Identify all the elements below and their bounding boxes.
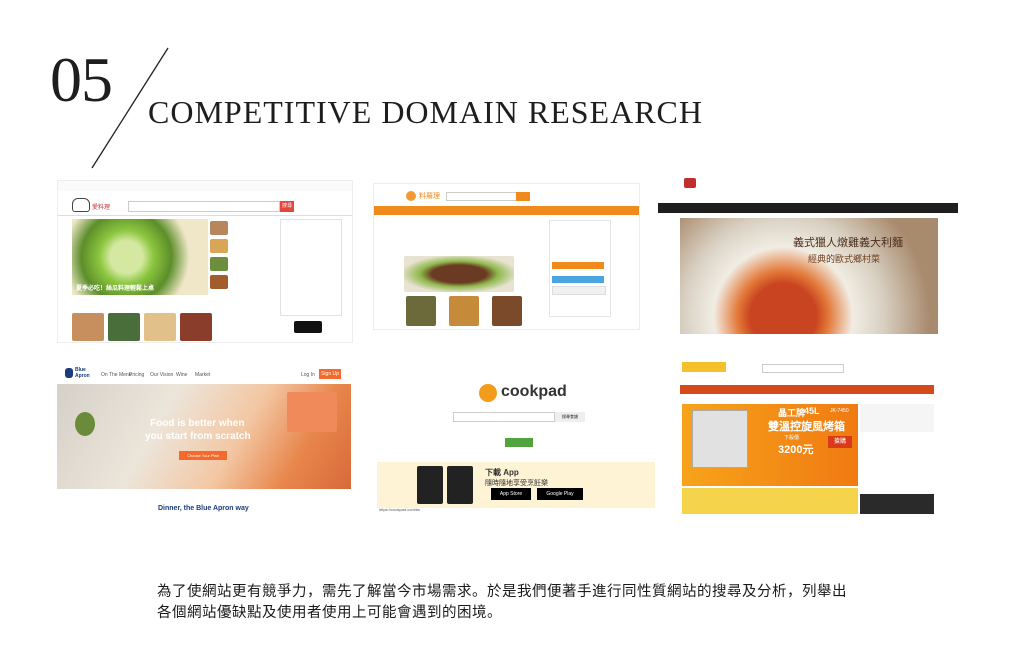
app-store-button[interactable]: App Store — [491, 488, 531, 500]
screenshot-shopping: 晶工牌 45L JK-7450 雙溫控旋風烤箱 下殺價 3200元 搶購 — [680, 354, 934, 514]
choose-plan-button[interactable]: Choose Your Plan — [179, 451, 227, 460]
logo-text: 料羅理 — [419, 193, 440, 200]
footer-heading: Dinner, the Blue Apron way — [158, 505, 249, 512]
section-title: COMPETITIVE DOMAIN RESEARCH — [148, 94, 703, 130]
description-line1: 為了使網站更有競爭力，需先了解當今市場需求。於是我們便著手進行同性質網站的搜尋及… — [157, 584, 847, 600]
nav-bar — [658, 203, 958, 213]
search-button[interactable]: 搜尋食譜 — [555, 412, 585, 422]
screenshot-pasta-site: 義式獵人燉雞義大利麵 經典的歐式鄉村菜 — [658, 170, 958, 334]
login-link[interactable]: Log In — [301, 372, 315, 378]
description-line2: 各個網站優缺點及使用者使用上可能會遇到的困境。 — [157, 605, 502, 621]
nav-item[interactable]: Market — [195, 372, 210, 378]
screenshot-blue-apron: Blue Apron On The Menu Pricing Our Visio… — [57, 362, 351, 524]
logo-icon — [72, 198, 90, 212]
product-model: JK-7450 — [830, 408, 849, 414]
logo-text: cookpad — [501, 383, 567, 400]
nav-item[interactable]: Pricing — [129, 372, 144, 378]
search-input[interactable] — [762, 364, 844, 373]
nav-item[interactable]: On The Menu — [101, 372, 131, 378]
logo-icon — [479, 384, 497, 402]
signup-button[interactable]: Sign Up — [319, 369, 341, 379]
product-image — [692, 410, 748, 468]
nav-bar — [374, 206, 639, 215]
product-name: 雙溫控旋風烤箱 — [768, 421, 845, 433]
search-input[interactable] — [453, 412, 555, 422]
nav-item[interactable]: Our Vision — [150, 372, 173, 378]
price-value: 3200元 — [778, 444, 814, 456]
screenshot-icook: 愛料理 搜尋 夏季必吃！絲瓜料理輕鬆上桌 — [57, 180, 353, 343]
price-label: 下殺價 — [784, 435, 800, 441]
logo-icon — [682, 362, 726, 372]
search-button[interactable] — [516, 192, 530, 201]
search-input[interactable] — [446, 192, 518, 201]
app-subtitle: 隨時隨地享受烹飪樂 — [485, 480, 548, 487]
hero-subtitle: 經典的歐式鄉村菜 — [808, 255, 881, 265]
description: 為了使網站更有競爭力，需先了解當今市場需求。於是我們便著手進行同性質網站的搜尋及… — [157, 582, 897, 624]
hero-line2: you start from scratch — [145, 431, 251, 442]
logo-icon — [65, 368, 73, 378]
hero-line1: Food is better when — [150, 418, 245, 429]
logo-icon — [406, 191, 416, 201]
hero-title: 義式獵人燉雞義大利麵 — [793, 236, 903, 249]
nav-item[interactable]: Wine — [176, 372, 187, 378]
hero-caption: 夏季必吃！絲瓜料理輕鬆上桌 — [76, 286, 155, 292]
search-input[interactable] — [128, 201, 280, 212]
url-text: https://cookpad.com/tw — [379, 507, 420, 512]
logo-text: 愛料理 — [92, 205, 111, 211]
screenshot-cookpad: cookpad 搜尋食譜 下載 App 隨時隨地享受烹飪樂 App Store … — [377, 360, 655, 514]
screenshot-recipe-site: 料羅理 — [373, 183, 640, 330]
nav-bar — [680, 385, 934, 394]
brand-line2: Apron — [75, 373, 90, 379]
buy-button[interactable]: 搶購 — [828, 436, 852, 448]
logo-icon — [684, 178, 696, 188]
app-title: 下載 App — [485, 468, 519, 477]
search-button[interactable]: 搜尋 — [280, 201, 294, 212]
product-size: 45L — [804, 406, 820, 416]
google-play-button[interactable]: Google Play — [537, 488, 583, 500]
